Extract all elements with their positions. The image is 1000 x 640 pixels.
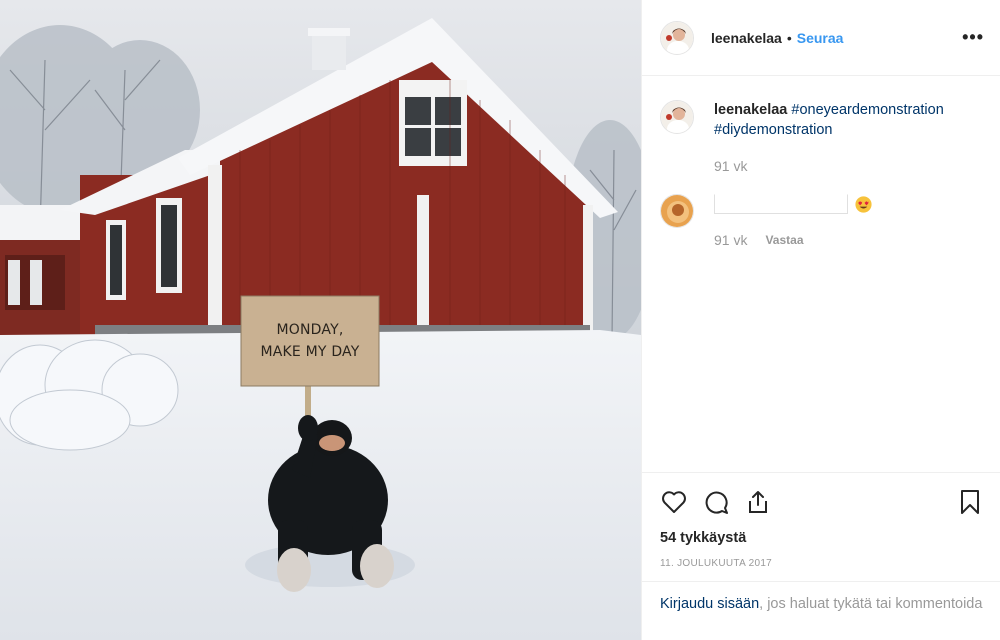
login-link[interactable]: Kirjaudu sisään: [660, 596, 759, 612]
sign-line-1: MONDAY,: [276, 322, 344, 338]
login-prompt-text: , jos haluat tykätä tai kommentoida: [759, 596, 983, 612]
comment-username-redacted: [714, 194, 848, 215]
action-bar: [660, 487, 984, 517]
comments-list: leenakelaa #oneyeardemonstration #diydem…: [642, 76, 1000, 250]
comment-item: 91 vk Vastaa: [660, 194, 984, 250]
follow-button[interactable]: Seuraa: [797, 30, 844, 46]
likes-count[interactable]: 54 tykkäystä: [660, 530, 984, 546]
caption: leenakelaa #oneyeardemonstration #diydem…: [660, 100, 984, 176]
reply-button[interactable]: Vastaa: [765, 230, 803, 250]
comment-body: 91 vk Vastaa: [714, 194, 872, 250]
comment-age[interactable]: 91 vk: [714, 230, 747, 250]
comment-icon[interactable]: [702, 488, 730, 516]
post-side-pane: leenakelaa • Seuraa ••• leenakelaa #oney…: [641, 0, 1000, 640]
avatar-image: [661, 195, 693, 227]
bookmark-icon[interactable]: [956, 488, 984, 516]
comment-meta: 91 vk Vastaa: [714, 230, 872, 250]
caption-username[interactable]: leenakelaa: [714, 102, 787, 118]
avatar[interactable]: [660, 20, 694, 55]
sign-line-2: MAKE MY DAY: [260, 344, 360, 360]
post-actions: 54 tykkäystä 11. joulukuuta 2017: [642, 472, 1000, 569]
commenter-avatar[interactable]: [660, 194, 694, 228]
avatar-image: [661, 101, 693, 133]
hashtag-link[interactable]: #oneyeardemonstration: [791, 102, 943, 118]
post-header: leenakelaa • Seuraa •••: [642, 0, 1000, 76]
heart-eyes-emoji-icon: [855, 196, 872, 213]
header-separator: •: [786, 29, 792, 46]
caption-body: leenakelaa #oneyeardemonstration #diydem…: [714, 100, 944, 176]
caption-avatar[interactable]: [660, 100, 694, 134]
avatar-image: [661, 21, 693, 54]
login-prompt: Kirjaudu sisään, jos haluat tykätä tai k…: [642, 581, 1000, 614]
protest-sign: MONDAY, MAKE MY DAY: [241, 296, 379, 386]
header-username[interactable]: leenakelaa: [711, 30, 782, 46]
more-options-button[interactable]: •••: [962, 27, 984, 48]
post-photo[interactable]: MONDAY, MAKE MY DAY: [0, 0, 641, 640]
caption-age[interactable]: 91 vk: [714, 156, 747, 176]
share-icon[interactable]: [744, 488, 772, 516]
caption-meta: 91 vk: [714, 156, 944, 176]
hashtag-link[interactable]: #diydemonstration: [714, 122, 833, 138]
heart-icon[interactable]: [660, 488, 688, 516]
post-date[interactable]: 11. joulukuuta 2017: [660, 558, 984, 569]
